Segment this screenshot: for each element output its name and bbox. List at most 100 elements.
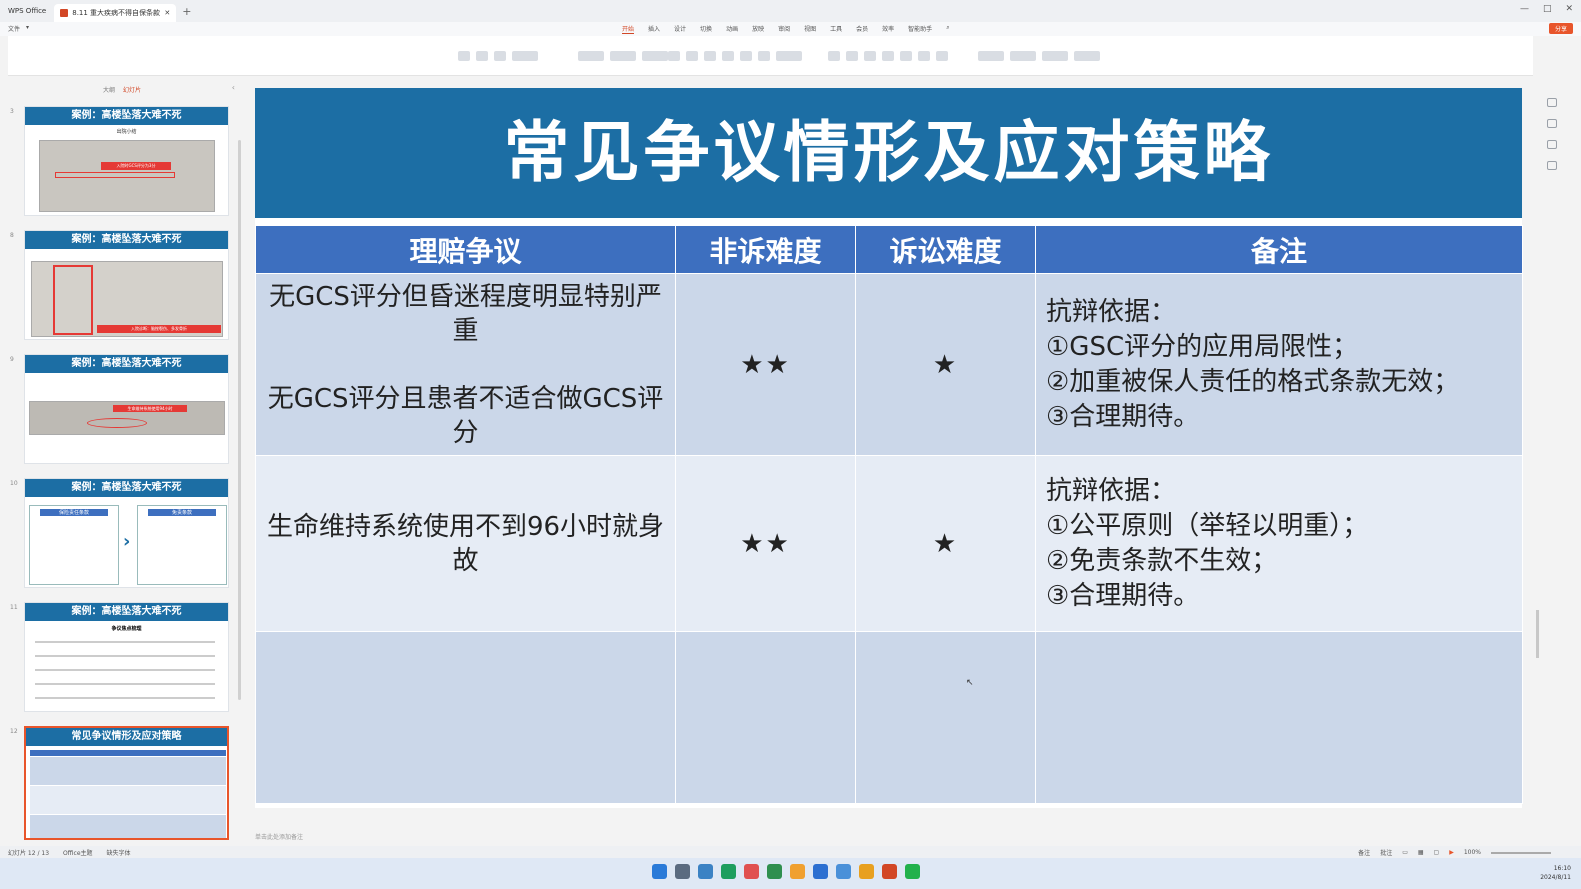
- star-icon[interactable]: [1547, 119, 1557, 128]
- underline-icon[interactable]: [704, 51, 716, 61]
- file-menu[interactable]: 文件 ▾: [8, 24, 29, 33]
- tab-assistant[interactable]: 智能助手: [908, 24, 932, 34]
- edge-icon[interactable]: [813, 864, 828, 879]
- wps-presentation-icon[interactable]: [882, 864, 897, 879]
- tab-animation[interactable]: 动画: [726, 24, 738, 34]
- empty-cell[interactable]: [855, 631, 1036, 804]
- strikethrough-icon[interactable]: [722, 51, 734, 61]
- comments-toggle[interactable]: 批注: [1380, 848, 1392, 857]
- font-color-icon[interactable]: [740, 51, 752, 61]
- tab-insert[interactable]: 插入: [648, 24, 660, 34]
- chevron-down-icon[interactable]: ▾: [26, 24, 29, 33]
- search-icon[interactable]: ⌕: [946, 24, 949, 34]
- italic-icon[interactable]: [686, 51, 698, 61]
- slides-tab[interactable]: 幻灯片: [123, 85, 141, 94]
- app-icon[interactable]: [767, 864, 782, 879]
- slide-thumbnail-selected[interactable]: 常见争议情形及应对策略: [24, 726, 229, 840]
- slide-thumbnail[interactable]: 案例：高楼坠落大难不死 出院小结 入院时GCS评分为3分: [24, 106, 229, 216]
- collapse-panel-icon[interactable]: ‹: [232, 83, 235, 92]
- font-size-input[interactable]: [776, 51, 802, 61]
- layout-icon[interactable]: [610, 51, 636, 61]
- empty-cell[interactable]: [1035, 631, 1523, 804]
- minimize-button[interactable]: —: [1520, 4, 1529, 14]
- outline-tab[interactable]: 大纲: [103, 85, 115, 94]
- thumbnail-scrollbar[interactable]: [238, 140, 241, 700]
- app-icon[interactable]: [721, 864, 736, 879]
- slide-canvas[interactable]: 常见争议情形及应对策略 理赔争议 非诉难度 诉讼难度 备注 无GCS评分但昏迷程…: [255, 88, 1523, 808]
- header-non-litigation-difficulty[interactable]: 非诉难度: [675, 225, 856, 274]
- slide-thumbnail[interactable]: 案例：高楼坠落大难不死 争议焦点梳理: [24, 602, 229, 712]
- tab-transitions[interactable]: 切换: [700, 24, 712, 34]
- dispute-cell[interactable]: 生命维持系统使用不到96小时就身故: [255, 455, 676, 632]
- format-painter-icon[interactable]: [494, 51, 506, 61]
- arrange-icon[interactable]: [1042, 51, 1068, 61]
- new-tab-button[interactable]: +: [182, 5, 191, 18]
- new-slide-icon[interactable]: [578, 51, 604, 61]
- shapes-icon[interactable]: [978, 51, 1004, 61]
- textbox-icon[interactable]: [1010, 51, 1036, 61]
- app-icon[interactable]: [790, 864, 805, 879]
- zoom-level[interactable]: 100%: [1464, 849, 1481, 856]
- tab-efficiency[interactable]: 效率: [882, 24, 894, 34]
- properties-icon[interactable]: [1547, 98, 1557, 107]
- bold-icon[interactable]: [668, 51, 680, 61]
- task-view-icon[interactable]: [698, 864, 713, 879]
- align-left-icon[interactable]: [864, 51, 876, 61]
- paste-icon[interactable]: [458, 51, 470, 61]
- search-icon[interactable]: [675, 864, 690, 879]
- find-icon[interactable]: [1074, 51, 1100, 61]
- chrome-icon[interactable]: [859, 864, 874, 879]
- numbering-icon[interactable]: [846, 51, 858, 61]
- normal-view-icon[interactable]: ▭: [1402, 849, 1408, 856]
- dispute-cell[interactable]: 无GCS评分但昏迷程度明显特别严重 无GCS评分且患者不适合做GCS评分: [255, 273, 676, 456]
- non-litigation-rating[interactable]: ★★: [675, 455, 856, 632]
- tab-view[interactable]: 视图: [804, 24, 816, 34]
- slide-sorter-icon[interactable]: ▦: [1418, 849, 1424, 856]
- close-tab-icon[interactable]: ✕: [164, 9, 170, 17]
- share-button[interactable]: 分享: [1548, 23, 1573, 34]
- system-tray[interactable]: 16:10 2024/8/11: [1540, 864, 1571, 882]
- align-right-icon[interactable]: [900, 51, 912, 61]
- notes-cell[interactable]: 抗辩依据： ①公平原则（举轻以明重）； ②免责条款不生效； ③合理期待。: [1035, 455, 1523, 632]
- start-icon[interactable]: [652, 864, 667, 879]
- close-window-button[interactable]: ✕: [1565, 4, 1573, 14]
- tab-tools[interactable]: 工具: [830, 24, 842, 34]
- slide-scrollbar[interactable]: [1536, 610, 1539, 658]
- maximize-button[interactable]: □: [1543, 4, 1552, 14]
- copy-icon[interactable]: [476, 51, 488, 61]
- tab-member[interactable]: 会员: [856, 24, 868, 34]
- non-litigation-rating[interactable]: ★★: [675, 273, 856, 456]
- slide-thumbnail[interactable]: 案例：高楼坠落大难不死 保险责任条款 › 免责条款: [24, 478, 229, 588]
- notes-cell[interactable]: 抗辩依据： ①GSC评分的应用局限性； ②加重被保人责任的格式条款无效； ③合理…: [1035, 273, 1523, 456]
- tab-home[interactable]: 开始: [622, 24, 635, 34]
- notes-placeholder[interactable]: 单击此处添加备注: [255, 832, 303, 841]
- line-spacing-icon[interactable]: [918, 51, 930, 61]
- play-from-current-icon[interactable]: [512, 51, 538, 61]
- document-tab[interactable]: 8.11 重大疾病不得自保条款的... ✕: [54, 4, 177, 22]
- slide-thumbnail[interactable]: 案例：高楼坠落大难不死 生命维持系统使用94小时: [24, 354, 229, 464]
- strategy-table[interactable]: 理赔争议 非诉难度 诉讼难度 备注 无GCS评分但昏迷程度明显特别严重 无GCS…: [255, 225, 1523, 804]
- slide-title[interactable]: 常见争议情形及应对策略: [255, 88, 1522, 218]
- tab-slideshow[interactable]: 放映: [752, 24, 764, 34]
- animation-icon[interactable]: [1547, 140, 1557, 149]
- header-litigation-difficulty[interactable]: 诉讼难度: [855, 225, 1036, 274]
- litigation-rating[interactable]: ★: [855, 455, 1036, 632]
- header-notes[interactable]: 备注: [1035, 225, 1523, 274]
- highlight-icon[interactable]: [758, 51, 770, 61]
- app-icon[interactable]: [836, 864, 851, 879]
- section-icon[interactable]: [642, 51, 668, 61]
- tab-review[interactable]: 审阅: [778, 24, 790, 34]
- zoom-slider[interactable]: [1491, 851, 1551, 854]
- empty-cell[interactable]: [255, 631, 676, 804]
- litigation-rating[interactable]: ★: [855, 273, 1036, 456]
- empty-cell[interactable]: [675, 631, 856, 804]
- missing-font-indicator[interactable]: 缺失字体: [107, 848, 131, 857]
- align-center-icon[interactable]: [882, 51, 894, 61]
- theme-name[interactable]: Office主题: [63, 848, 93, 857]
- file-menu-label[interactable]: 文件: [8, 24, 20, 33]
- reading-view-icon[interactable]: ▢: [1434, 849, 1440, 856]
- app-icon[interactable]: [744, 864, 759, 879]
- wechat-icon[interactable]: [905, 864, 920, 879]
- tab-design[interactable]: 设计: [674, 24, 686, 34]
- settings-icon[interactable]: [1547, 161, 1557, 170]
